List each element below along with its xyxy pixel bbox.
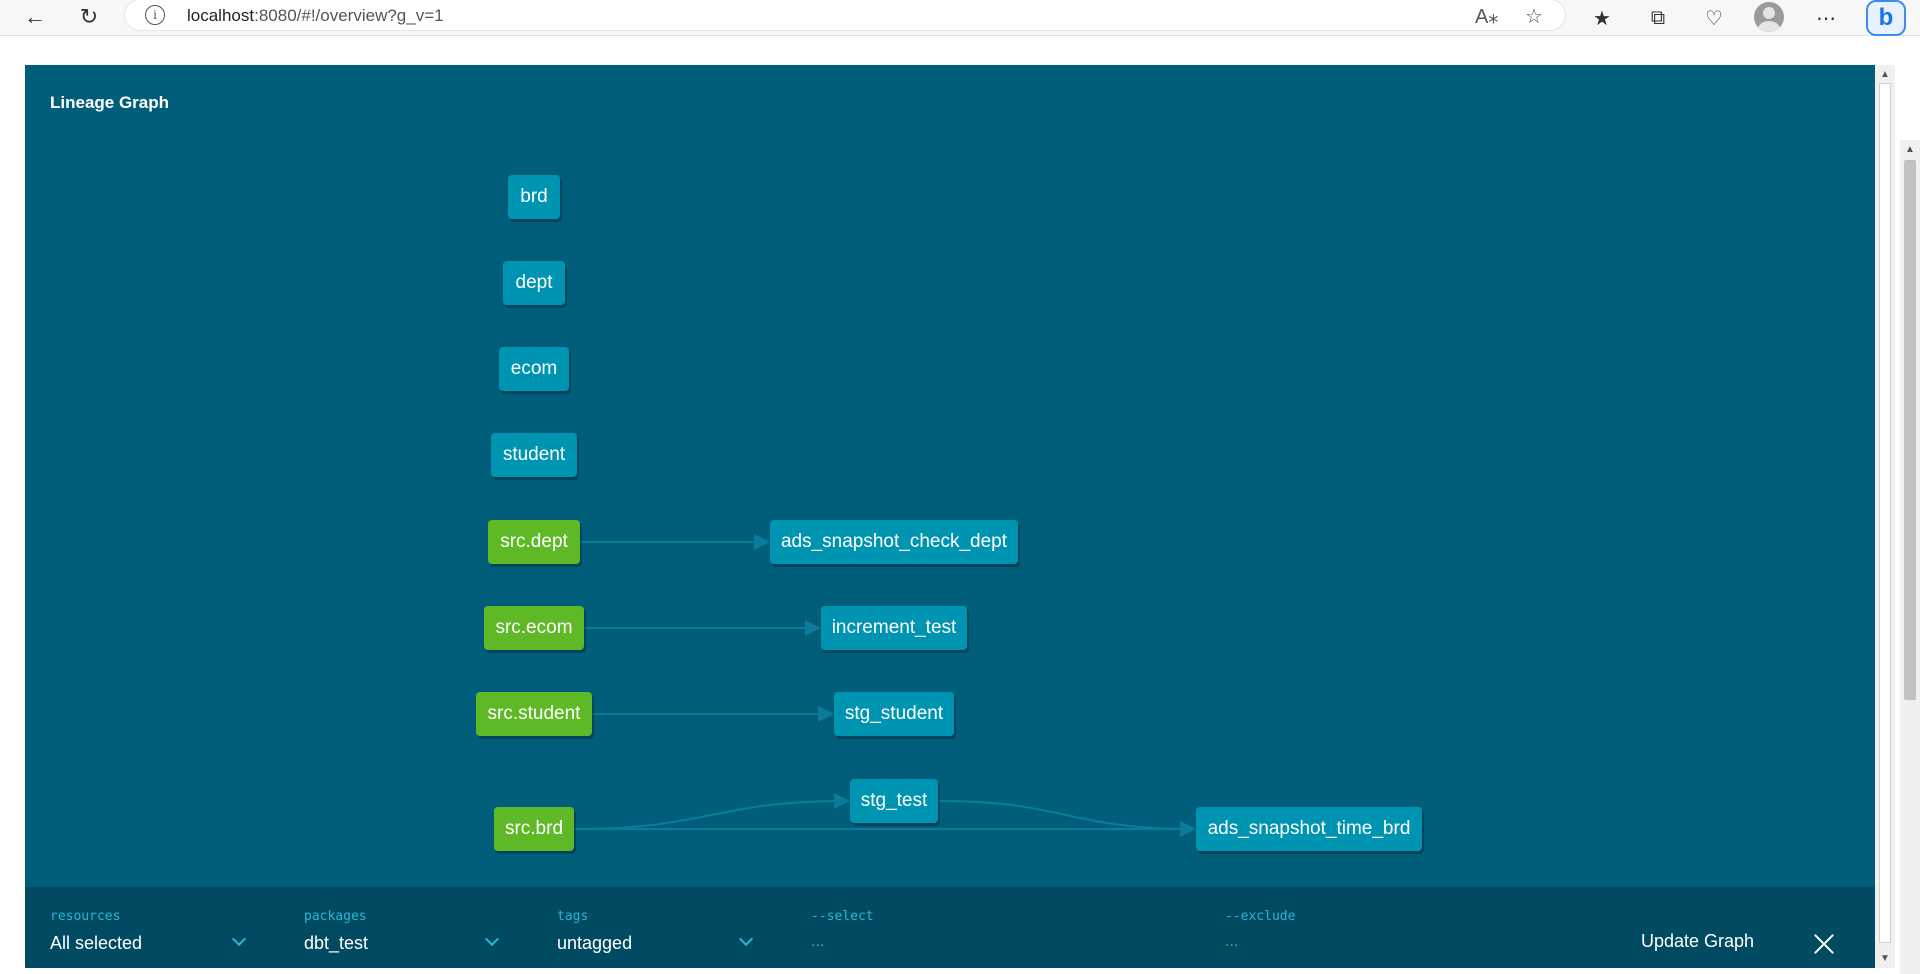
close-icon[interactable] (1813, 933, 1835, 955)
graph-node-ads-snapshot-check-dept[interactable]: ads_snapshot_check_dept (770, 520, 1018, 564)
edge-src_brd-to-stg_test (573, 793, 850, 830)
packages-chevron-down-icon[interactable] (484, 931, 500, 947)
page-scrollbar[interactable]: ▲ (1900, 140, 1920, 974)
scroll-up-arrow-icon[interactable]: ▲ (1905, 144, 1915, 155)
url-text[interactable]: localhost:8080/#!/overview?g_v=1 (187, 6, 444, 26)
resources-value[interactable]: All selected (50, 933, 142, 954)
address-bar[interactable]: i localhost:8080/#!/overview?g_v=1 A⁎ ☆ (125, 0, 1565, 30)
graph-node-dept[interactable]: dept (503, 261, 565, 305)
tags-chevron-down-icon[interactable] (738, 931, 754, 947)
update-graph-button[interactable]: Update Graph (1641, 931, 1754, 952)
graph-node-brd[interactable]: brd (508, 175, 560, 219)
tags-value[interactable]: untagged (557, 933, 632, 954)
graph-edges (573, 534, 1196, 837)
favorites-list-icon[interactable]: ★ (1588, 4, 1616, 32)
modal-title: Lineage Graph (50, 93, 170, 112)
select-label: --select (811, 909, 874, 924)
graph-filter-bar: resources All selected packages dbt_test… (25, 887, 1875, 968)
bing-chat-icon[interactable]: b (1866, 0, 1906, 36)
graph-node-increment-test[interactable]: increment_test (821, 606, 967, 650)
graph-node-student[interactable]: student (491, 433, 577, 477)
resources-label: resources (50, 909, 121, 924)
back-arrow-icon[interactable]: ← (20, 2, 50, 32)
graph-node-stg-test[interactable]: stg_test (850, 779, 938, 823)
graph-node-stg-student[interactable]: stg_student (834, 692, 954, 736)
select-input[interactable]: ... (811, 933, 824, 951)
packages-value[interactable]: dbt_test (304, 933, 368, 954)
graph-node-src-student[interactable]: src.student (476, 692, 592, 736)
exclude-label: --exclude (1225, 909, 1296, 924)
exclude-input[interactable]: ... (1225, 933, 1238, 951)
graph-node-src-dept[interactable]: src.dept (488, 520, 580, 564)
modal-scroll-down-arrow-icon[interactable]: ▼ (1880, 953, 1890, 964)
page-scroll-thumb[interactable] (1904, 160, 1916, 700)
collections-icon[interactable]: ⧉ (1644, 4, 1672, 32)
graph-node-ads-snapshot-time-brd[interactable]: ads_snapshot_time_brd (1196, 807, 1422, 851)
browser-essentials-icon[interactable]: ♡ (1700, 4, 1728, 32)
modal-scroll-up-arrow-icon[interactable]: ▲ (1880, 69, 1890, 80)
read-aloud-icon[interactable]: A⁎ (1475, 4, 1498, 29)
graph-node-src-ecom[interactable]: src.ecom (484, 606, 584, 650)
edge-stg_test-to-ads_snapshot_time_brd (937, 800, 1196, 837)
graph-node-src-brd[interactable]: src.brd (494, 807, 574, 851)
tags-label: tags (557, 909, 589, 924)
refresh-icon[interactable]: ↻ (74, 2, 104, 32)
modal-scrollbar[interactable]: ▲ ▼ (1875, 65, 1895, 968)
modal-scroll-thumb[interactable] (1879, 83, 1891, 943)
favorite-star-icon[interactable]: ☆ (1525, 4, 1543, 29)
lineage-graph-modal: brd dept ecom student src.dept ads_snapshot_c… (25, 65, 1895, 968)
site-info-icon[interactable]: i (145, 5, 165, 25)
browser-toolbar: ← ↻ i localhost:8080/#!/overview?g_v=1 A… (0, 0, 1920, 36)
lineage-graph-canvas[interactable]: brd dept ecom student src.dept ads_snapshot_c… (25, 65, 1875, 887)
graph-node-ecom[interactable]: ecom (499, 347, 569, 391)
more-options-icon[interactable]: ⋯ (1812, 4, 1840, 32)
profile-avatar[interactable] (1754, 2, 1784, 32)
resources-chevron-down-icon[interactable] (231, 931, 247, 947)
packages-label: packages (304, 909, 367, 924)
